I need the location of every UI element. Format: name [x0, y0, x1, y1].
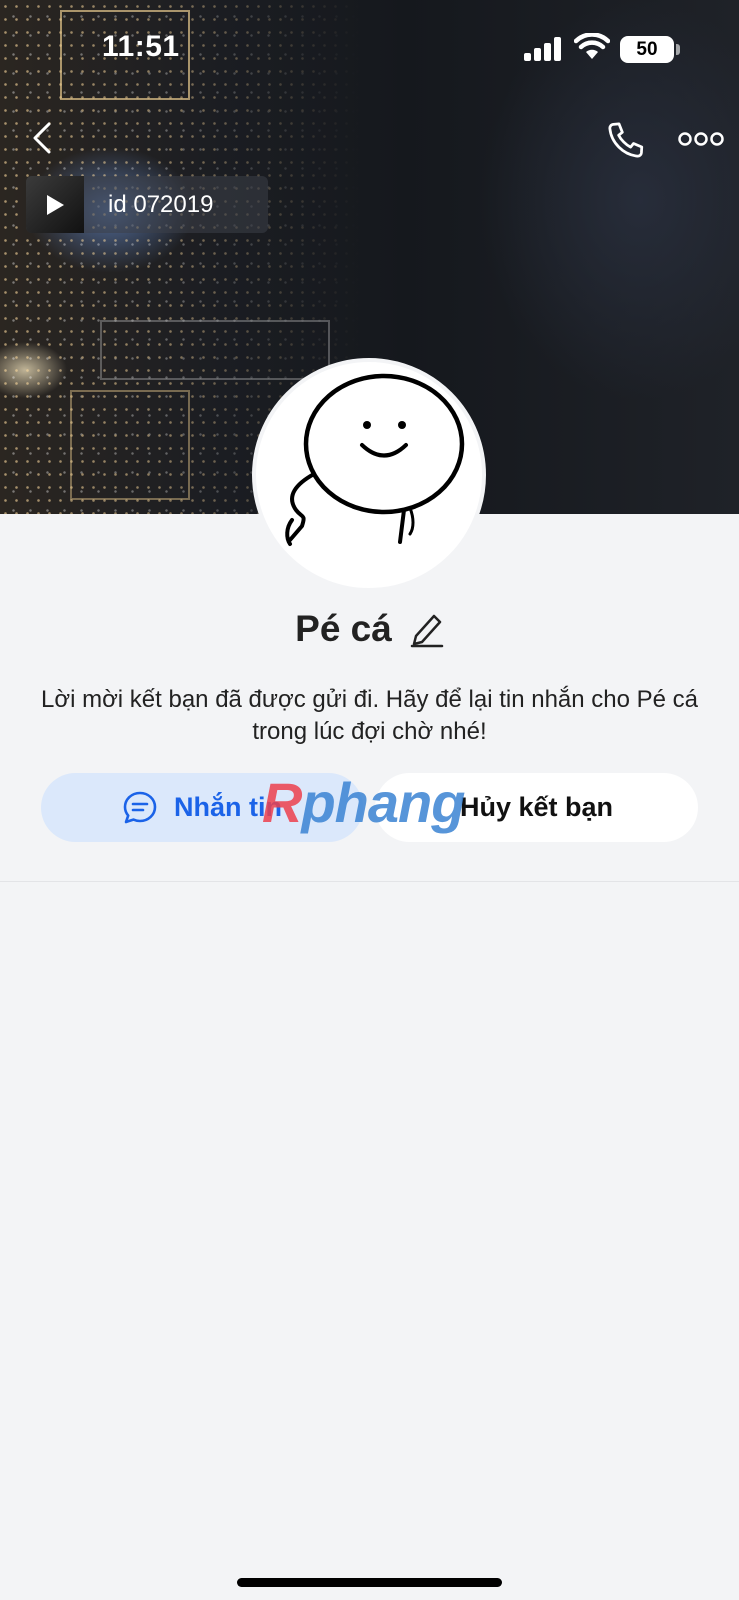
chevron-left-icon — [33, 122, 51, 154]
pencil-icon — [410, 614, 444, 648]
home-indicator[interactable] — [237, 1578, 502, 1587]
profile-music-chip[interactable]: id 072019 — [26, 176, 268, 233]
building-shape — [100, 320, 330, 380]
phone-icon — [608, 122, 644, 158]
music-thumbnail — [26, 176, 84, 233]
profile-name: Pé cá — [295, 608, 392, 649]
back-button[interactable] — [22, 118, 62, 158]
play-icon — [47, 194, 64, 215]
call-button[interactable] — [604, 118, 648, 162]
wifi-icon — [574, 33, 610, 59]
battery-indicator: 50 — [620, 36, 674, 63]
section-divider — [0, 881, 739, 882]
smiley-character-avatar — [285, 373, 465, 546]
more-options-button[interactable] — [676, 124, 726, 154]
chat-bubble-icon — [123, 791, 157, 823]
cellular-signal-icon — [524, 37, 562, 61]
profile-name-row: Pé cá — [0, 608, 739, 650]
avatar[interactable] — [252, 358, 486, 592]
battery-tip — [676, 44, 680, 55]
cancel-friend-request-label: Hủy kết bạn — [459, 792, 614, 822]
building-shape — [70, 390, 190, 500]
status-bar: 11:51 50 — [0, 0, 739, 100]
status-time: 11:51 — [102, 30, 180, 63]
friend-request-message: Lời mời kết bạn đã được gửi đi. Hãy để l… — [40, 686, 699, 745]
music-label: id 072019 — [108, 190, 214, 218]
more-horizontal-icon — [678, 132, 724, 146]
edit-name-button[interactable] — [410, 609, 444, 649]
watermark-logo: Rphang — [262, 771, 465, 834]
